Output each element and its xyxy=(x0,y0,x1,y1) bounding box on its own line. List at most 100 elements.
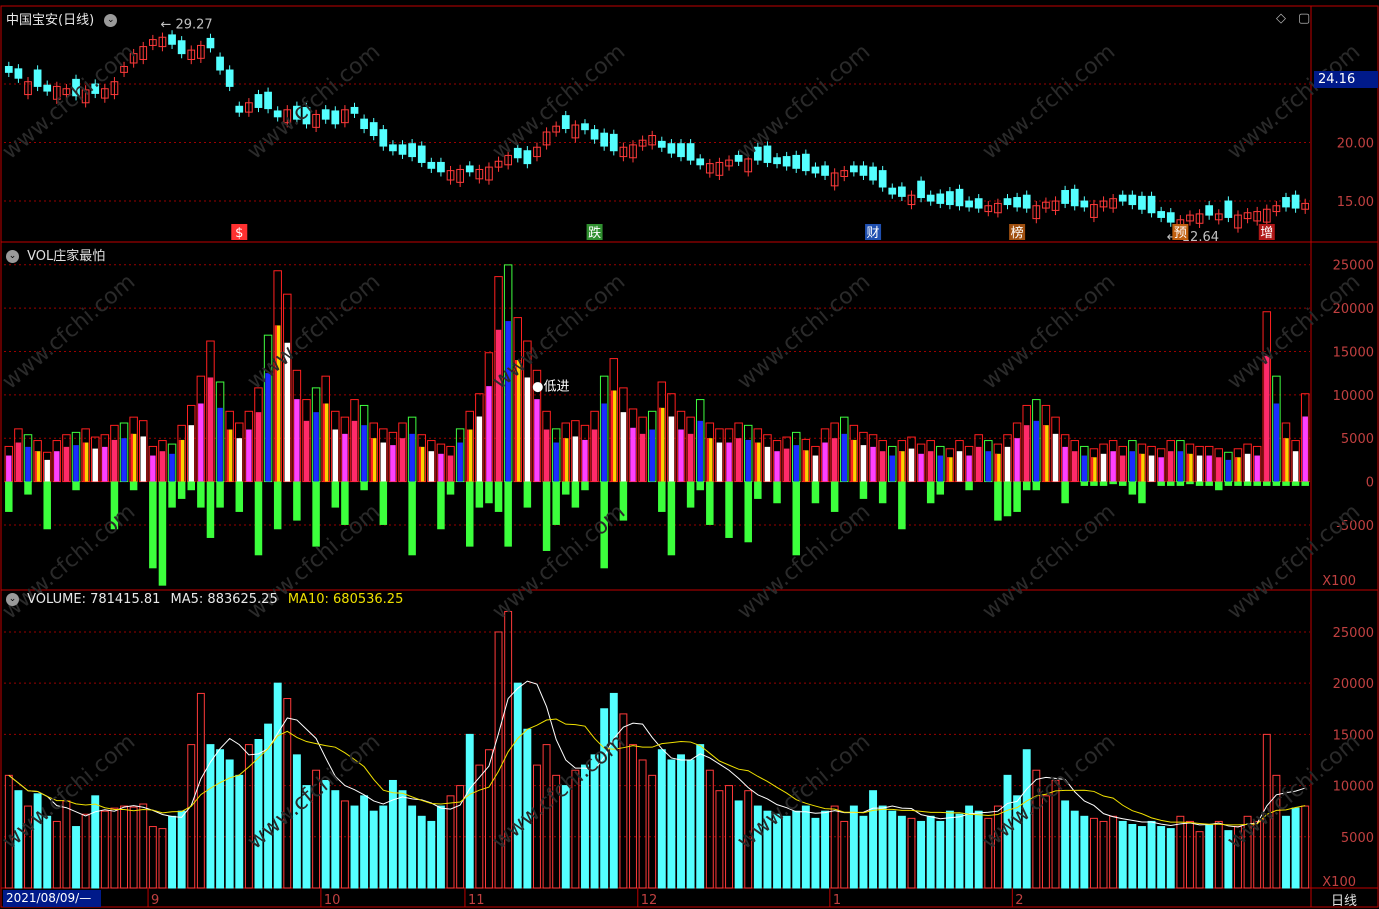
volume-bar xyxy=(849,805,858,889)
candle-body xyxy=(33,69,42,87)
vol-negative-bar xyxy=(936,481,945,495)
vol-stripe xyxy=(803,450,806,482)
volume-tick-label: 20000 xyxy=(1333,677,1374,692)
vol-positive-bar xyxy=(591,429,598,482)
volume-bar xyxy=(1118,820,1127,889)
vol-negative-bar xyxy=(149,481,157,569)
vol-negative-bar xyxy=(1253,481,1261,486)
volume-bar xyxy=(629,744,637,889)
vol-stripe xyxy=(563,438,566,482)
vol-positive-bar xyxy=(908,448,915,482)
vol-positive-bar xyxy=(1119,455,1126,482)
watermark: www.cfchi.com xyxy=(978,39,1120,164)
candle-body xyxy=(581,123,589,131)
collapse-icon[interactable]: ⌄ xyxy=(6,593,19,606)
vol-tick-label: 15000 xyxy=(1333,345,1374,360)
candle-body xyxy=(696,158,705,166)
volume-bar xyxy=(158,828,167,889)
vol-negative-bar xyxy=(475,481,484,508)
vol-positive-bar xyxy=(457,442,463,482)
month-label: 10 xyxy=(324,893,341,908)
security-title: 中国宝安(日线) xyxy=(6,13,95,28)
vol-negative-bar xyxy=(1167,481,1175,486)
vol-negative-bar xyxy=(206,481,215,538)
vol-positive-bar xyxy=(870,446,876,482)
vol-positive-bar xyxy=(726,442,732,482)
volume-bar xyxy=(360,795,369,889)
candle-body xyxy=(1022,194,1031,209)
vol-stripe xyxy=(1043,425,1046,482)
volume-bar xyxy=(638,759,647,889)
vol-positive-bar xyxy=(1023,425,1030,482)
vol-negative-bar xyxy=(1003,481,1012,517)
vol-negative-bar xyxy=(168,481,176,508)
collapse-icon[interactable]: ⌄ xyxy=(6,250,19,263)
volume-bar xyxy=(936,820,945,889)
vol-positive-bar xyxy=(812,455,819,482)
vol-negative-bar xyxy=(1090,481,1098,486)
volume-bar xyxy=(945,810,954,889)
volume-bar xyxy=(830,805,839,889)
ma5-label: MA5: 883625.25 xyxy=(170,592,278,607)
candle-body xyxy=(350,106,359,114)
vol-negative-bar xyxy=(926,481,935,504)
vol-positive-bar xyxy=(553,442,559,482)
month-label: 1 xyxy=(833,893,841,908)
vol-negative-bar xyxy=(158,481,167,586)
candle-body xyxy=(1013,197,1021,208)
chart-canvas[interactable]: 20.0015.00← 29.27← 12.64$ 跌财榜预增2500020000… xyxy=(0,0,1379,909)
vol-tick-label: 25000 xyxy=(1333,259,1374,274)
candle-body xyxy=(321,109,330,120)
vol-negative-bar xyxy=(754,481,762,499)
vol-negative-bar xyxy=(1301,481,1309,486)
candle-body xyxy=(225,69,234,87)
vol-positive-bar xyxy=(879,451,886,482)
diamond-icon[interactable]: ◇ xyxy=(1276,11,1286,26)
vol-positive-bar xyxy=(534,399,540,482)
vol-negative-bar xyxy=(1080,481,1089,486)
vol-positive-bar xyxy=(649,429,655,482)
vol-stripe xyxy=(851,439,854,482)
vol-positive-bar xyxy=(399,438,406,482)
volume-bar xyxy=(52,820,61,889)
vol-panel-title: VOL庄家最怕 xyxy=(27,249,106,264)
vol-negative-bar xyxy=(1061,481,1069,504)
vol-stripe xyxy=(1235,457,1238,482)
window-icon[interactable]: ▢ xyxy=(1298,11,1310,26)
period-label[interactable]: 日线 xyxy=(1331,890,1357,909)
vol-positive-bar xyxy=(390,445,396,482)
volume-bar xyxy=(340,800,349,889)
vol-positive-bar xyxy=(601,403,607,482)
vol-negative-bar xyxy=(5,481,13,512)
vol-negative-bar xyxy=(331,481,340,508)
vol-positive-bar xyxy=(44,459,50,482)
candle-body xyxy=(235,105,244,113)
volume-bar xyxy=(907,817,916,889)
collapse-icon[interactable]: ⌄ xyxy=(104,14,118,27)
ma10-line xyxy=(8,718,1306,826)
vol-negative-bar xyxy=(542,481,551,551)
candle-body xyxy=(1061,190,1069,204)
vol-stripe xyxy=(418,446,421,482)
volume-bar xyxy=(840,820,849,889)
vol-stripe xyxy=(707,438,710,482)
volume-bar xyxy=(1061,800,1070,889)
vol-positive-bar xyxy=(582,439,588,482)
candle-body xyxy=(206,37,215,49)
event-badge-label: 增 xyxy=(1260,226,1273,241)
candle-body xyxy=(14,68,23,79)
month-label: 11 xyxy=(468,893,485,908)
month-label: 2 xyxy=(1015,893,1023,908)
candle-body xyxy=(677,143,685,158)
volume-bar xyxy=(120,805,128,889)
volume-tick-label: 25000 xyxy=(1333,626,1374,641)
volume-bar xyxy=(139,803,148,889)
vol-negative-bar xyxy=(1263,481,1271,486)
vol-positive-bar xyxy=(1062,446,1068,482)
vol-negative-bar xyxy=(706,481,714,525)
volume-bar xyxy=(1109,815,1118,889)
volume-bar xyxy=(859,815,868,889)
candle-body xyxy=(965,200,973,208)
vol-positive-bar xyxy=(428,451,435,482)
vol-negative-bar xyxy=(1138,481,1146,504)
